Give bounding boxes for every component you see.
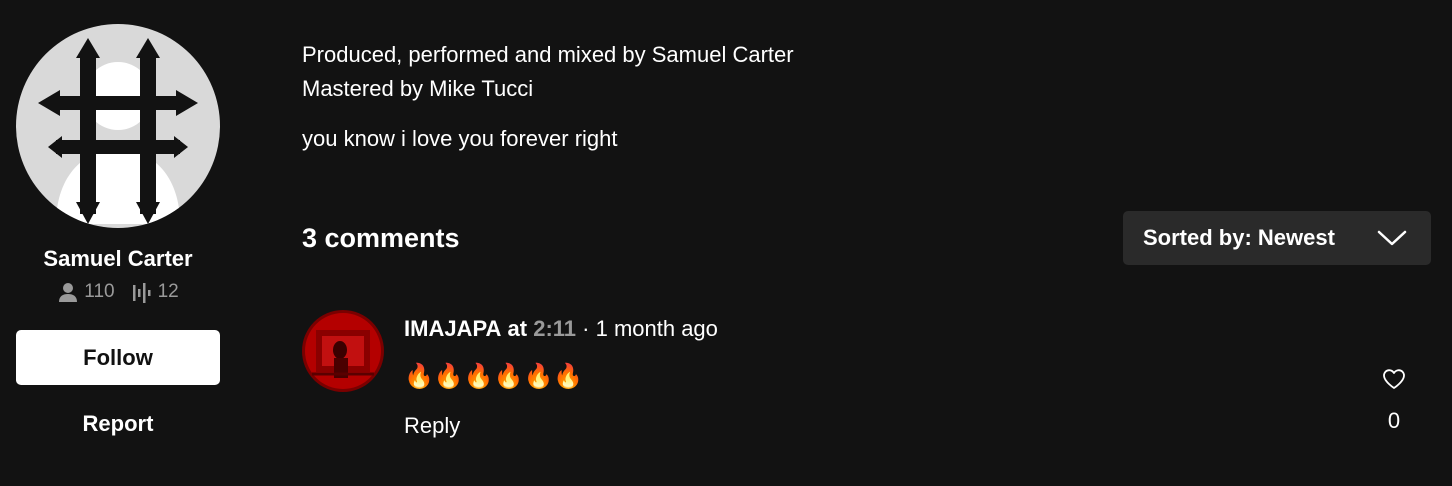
- chevron-down-icon: [1377, 230, 1407, 246]
- credits-line-1: Produced, performed and mixed by Samuel …: [302, 42, 794, 67]
- comment-username[interactable]: IMAJAPA: [404, 316, 501, 341]
- comment-age: · 1 month ago: [582, 316, 718, 341]
- artist-stats: 110 12: [16, 281, 220, 303]
- like-control: 0: [1377, 368, 1411, 434]
- like-count: 0: [1387, 408, 1401, 433]
- person-icon: [59, 283, 78, 302]
- report-link[interactable]: Report: [16, 411, 220, 437]
- double-cross-logo-icon: [38, 38, 198, 224]
- artist-panel: Samuel Carter 110 12 Follow Report: [16, 24, 220, 437]
- comment-at-label: at: [507, 316, 528, 341]
- followers-stat[interactable]: 110: [57, 281, 115, 303]
- sort-dropdown[interactable]: Sorted by: Newest: [1123, 211, 1431, 265]
- tracks-stat[interactable]: 12: [131, 281, 179, 303]
- avatar-photo-icon: [302, 310, 384, 392]
- artist-name[interactable]: Samuel Carter: [16, 245, 220, 273]
- heart-icon[interactable]: [1382, 368, 1406, 390]
- reply-button[interactable]: Reply: [404, 410, 460, 442]
- comments-header: 3 comments Sorted by: Newest: [302, 211, 1431, 265]
- comment-meta: IMAJAPA at 2:11 · 1 month ago: [404, 314, 718, 344]
- credits-line-2: Mastered by Mike Tucci: [302, 76, 534, 101]
- commenter-avatar[interactable]: [302, 310, 384, 392]
- track-caption: you know i love you forever right: [302, 126, 618, 151]
- comment-item: IMAJAPA at 2:11 · 1 month ago 🔥🔥🔥🔥🔥🔥 Rep…: [302, 310, 1431, 450]
- comments-count: 3 comments: [302, 222, 460, 253]
- followers-count: 110: [84, 281, 115, 302]
- comment-text: 🔥🔥🔥🔥🔥🔥: [404, 362, 584, 390]
- artist-avatar[interactable]: [16, 24, 220, 228]
- follow-button[interactable]: Follow: [16, 330, 220, 385]
- sort-label: Sorted by: Newest: [1143, 225, 1335, 250]
- comment-track-timestamp[interactable]: 2:11: [533, 316, 576, 341]
- waveform-icon: [132, 283, 151, 303]
- track-description: Produced, performed and mixed by Samuel …: [302, 38, 1432, 156]
- tracks-count: 12: [157, 281, 179, 302]
